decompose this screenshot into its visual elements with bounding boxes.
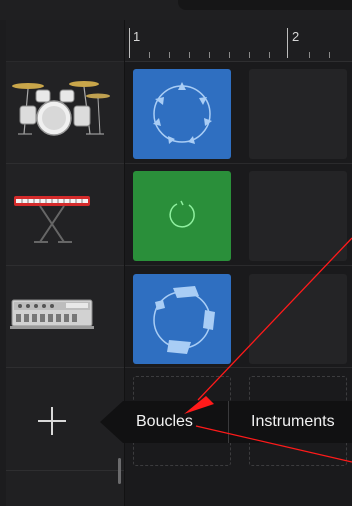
menu-item-instruments[interactable]: Instruments — [251, 401, 352, 443]
ruler-minor-tick — [149, 52, 150, 58]
menu-separator — [228, 401, 229, 443]
plus-icon[interactable] — [36, 405, 68, 437]
ruler-bar-2: 2 — [292, 29, 300, 44]
ruler-minor-tick — [309, 52, 310, 58]
loop-waveform-icon — [153, 82, 212, 144]
ruler-minor-tick — [329, 52, 330, 58]
ruler-minor-tick — [169, 52, 170, 58]
keyboard-synth-icon — [14, 196, 90, 243]
ruler-bar-1: 1 — [133, 29, 141, 44]
menu-item-loops[interactable]: Boucles — [136, 401, 224, 443]
track-header-keyboard[interactable] — [6, 164, 124, 266]
grid-row-divider — [125, 367, 352, 368]
ruler-minor-tick — [269, 52, 270, 58]
ruler-minor-tick — [209, 52, 210, 58]
loop-cell-drums[interactable] — [133, 69, 231, 159]
ruler-minor-tick — [189, 52, 190, 58]
ruler-major-tick — [129, 28, 130, 58]
ruler-minor-tick — [229, 52, 230, 58]
loop-cell-keyboard[interactable] — [133, 171, 231, 261]
add-track-popup-menu: Boucles Instruments — [123, 401, 352, 443]
grid-row-divider — [125, 265, 352, 266]
track-header-drums[interactable] — [6, 62, 124, 164]
loop-waveform-icon — [153, 286, 215, 354]
popup-arrow — [100, 401, 123, 443]
garageband-live-loops-view: 1 2 Boucles Instruments — [0, 0, 352, 506]
timeline-ruler[interactable]: 1 2 — [125, 20, 352, 62]
loop-waveform-icon — [169, 200, 195, 228]
grid-row-divider — [125, 163, 352, 164]
empty-loop-cell[interactable] — [249, 171, 347, 261]
track-header-drum-machine[interactable] — [6, 266, 124, 368]
drum-machine-icon — [10, 299, 94, 329]
top-bar — [0, 0, 352, 20]
ruler-major-tick — [287, 28, 288, 58]
ruler-minor-tick — [249, 52, 250, 58]
empty-loop-cell[interactable] — [249, 274, 347, 364]
loop-cell-drum-machine[interactable] — [133, 274, 231, 364]
empty-loop-cell[interactable] — [249, 69, 347, 159]
track-header-top — [6, 20, 124, 62]
scrollbar-thumb[interactable] — [118, 458, 121, 484]
drum-kit-icon — [12, 81, 110, 136]
toolbar-edge — [178, 0, 352, 10]
